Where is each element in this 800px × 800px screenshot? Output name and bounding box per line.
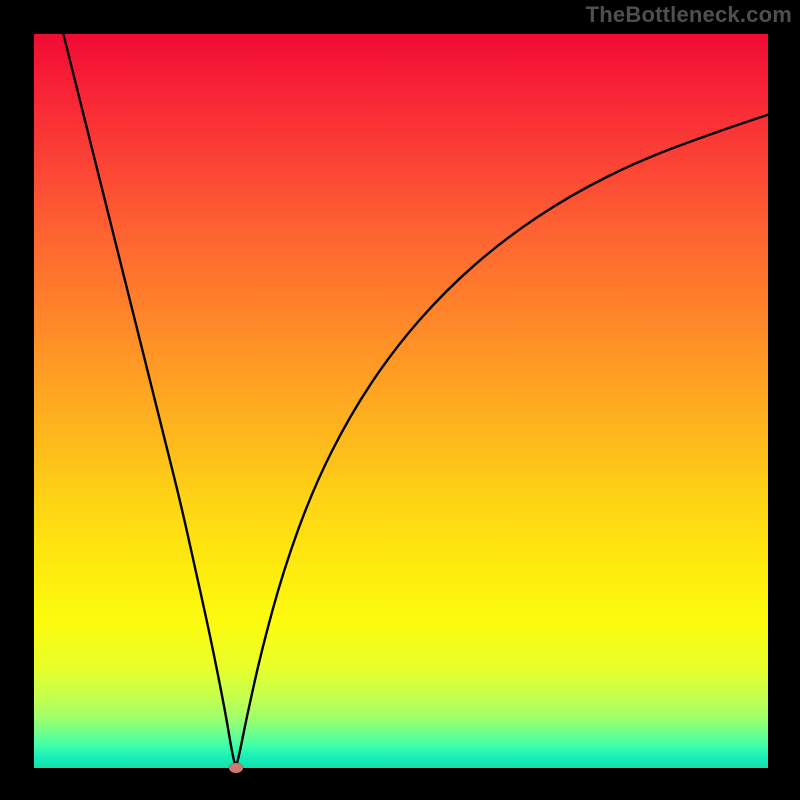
chart-frame: TheBottleneck.com bbox=[0, 0, 800, 800]
plot-area bbox=[34, 34, 768, 768]
bottleneck-curve[interactable] bbox=[63, 34, 768, 764]
curve-svg bbox=[34, 34, 768, 768]
watermark-text: TheBottleneck.com bbox=[586, 2, 792, 28]
optimal-point-marker[interactable] bbox=[229, 763, 243, 773]
